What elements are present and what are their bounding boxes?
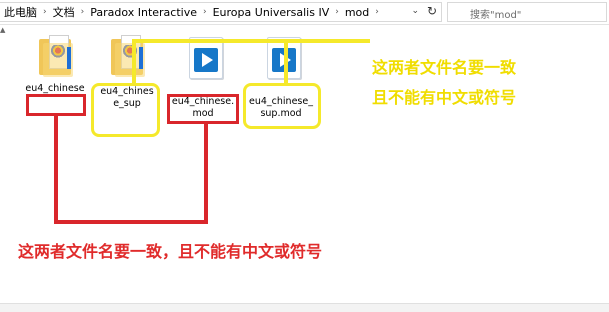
breadcrumb-mod[interactable]: mod [341,6,373,19]
breadcrumb-eu4[interactable]: Europa Universalis IV [209,6,334,19]
yellow-highlight-box-folder [91,83,160,137]
search-box[interactable] [447,2,607,25]
red-highlight-box-folder [26,94,86,116]
folder-icon [37,33,73,77]
yellow-connector-line [132,39,136,85]
address-bar-area: 此电脑 › 文档 › Paradox Interactive › Europa … [0,0,609,25]
breadcrumb-chevron-icon[interactable]: › [79,7,87,17]
refresh-icon[interactable]: ↻ [427,4,437,18]
yellow-connector-line [132,39,370,43]
red-connector-line [54,116,58,224]
breadcrumb-chevron-icon[interactable]: › [373,7,381,17]
scroll-up-icon[interactable]: ▲ [0,26,8,36]
breadcrumb-paradox[interactable]: Paradox Interactive [86,6,201,19]
address-bar[interactable]: 此电脑 › 文档 › Paradox Interactive › Europa … [0,2,442,22]
breadcrumb-documents[interactable]: 文档 [49,4,79,20]
address-dropdown-icon[interactable]: ⌄ [411,6,419,16]
file-item-eu4-chinese[interactable]: eu4_chinese [17,33,93,95]
yellow-connector-line [284,39,288,85]
breadcrumb-chevron-icon[interactable]: › [333,7,341,17]
red-highlight-box-mod [167,94,239,124]
yellow-annotation-line2: 且不能有中文或符号 [372,88,517,107]
play-icon [194,48,218,72]
red-connector-line [204,124,208,224]
breadcrumb-chevron-icon[interactable]: › [201,7,209,17]
yellow-highlight-box-mod [243,83,321,129]
status-bar [0,303,609,312]
red-connector-line [54,220,208,224]
red-annotation-text: 这两者文件名要一致，且不能有中文或符号 [18,242,323,261]
yellow-annotation-line1: 这两者文件名要一致 [372,58,517,77]
breadcrumb-chevron-icon[interactable]: › [41,7,49,17]
breadcrumb-this-pc[interactable]: 此电脑 [0,4,41,20]
search-input[interactable] [468,6,592,25]
